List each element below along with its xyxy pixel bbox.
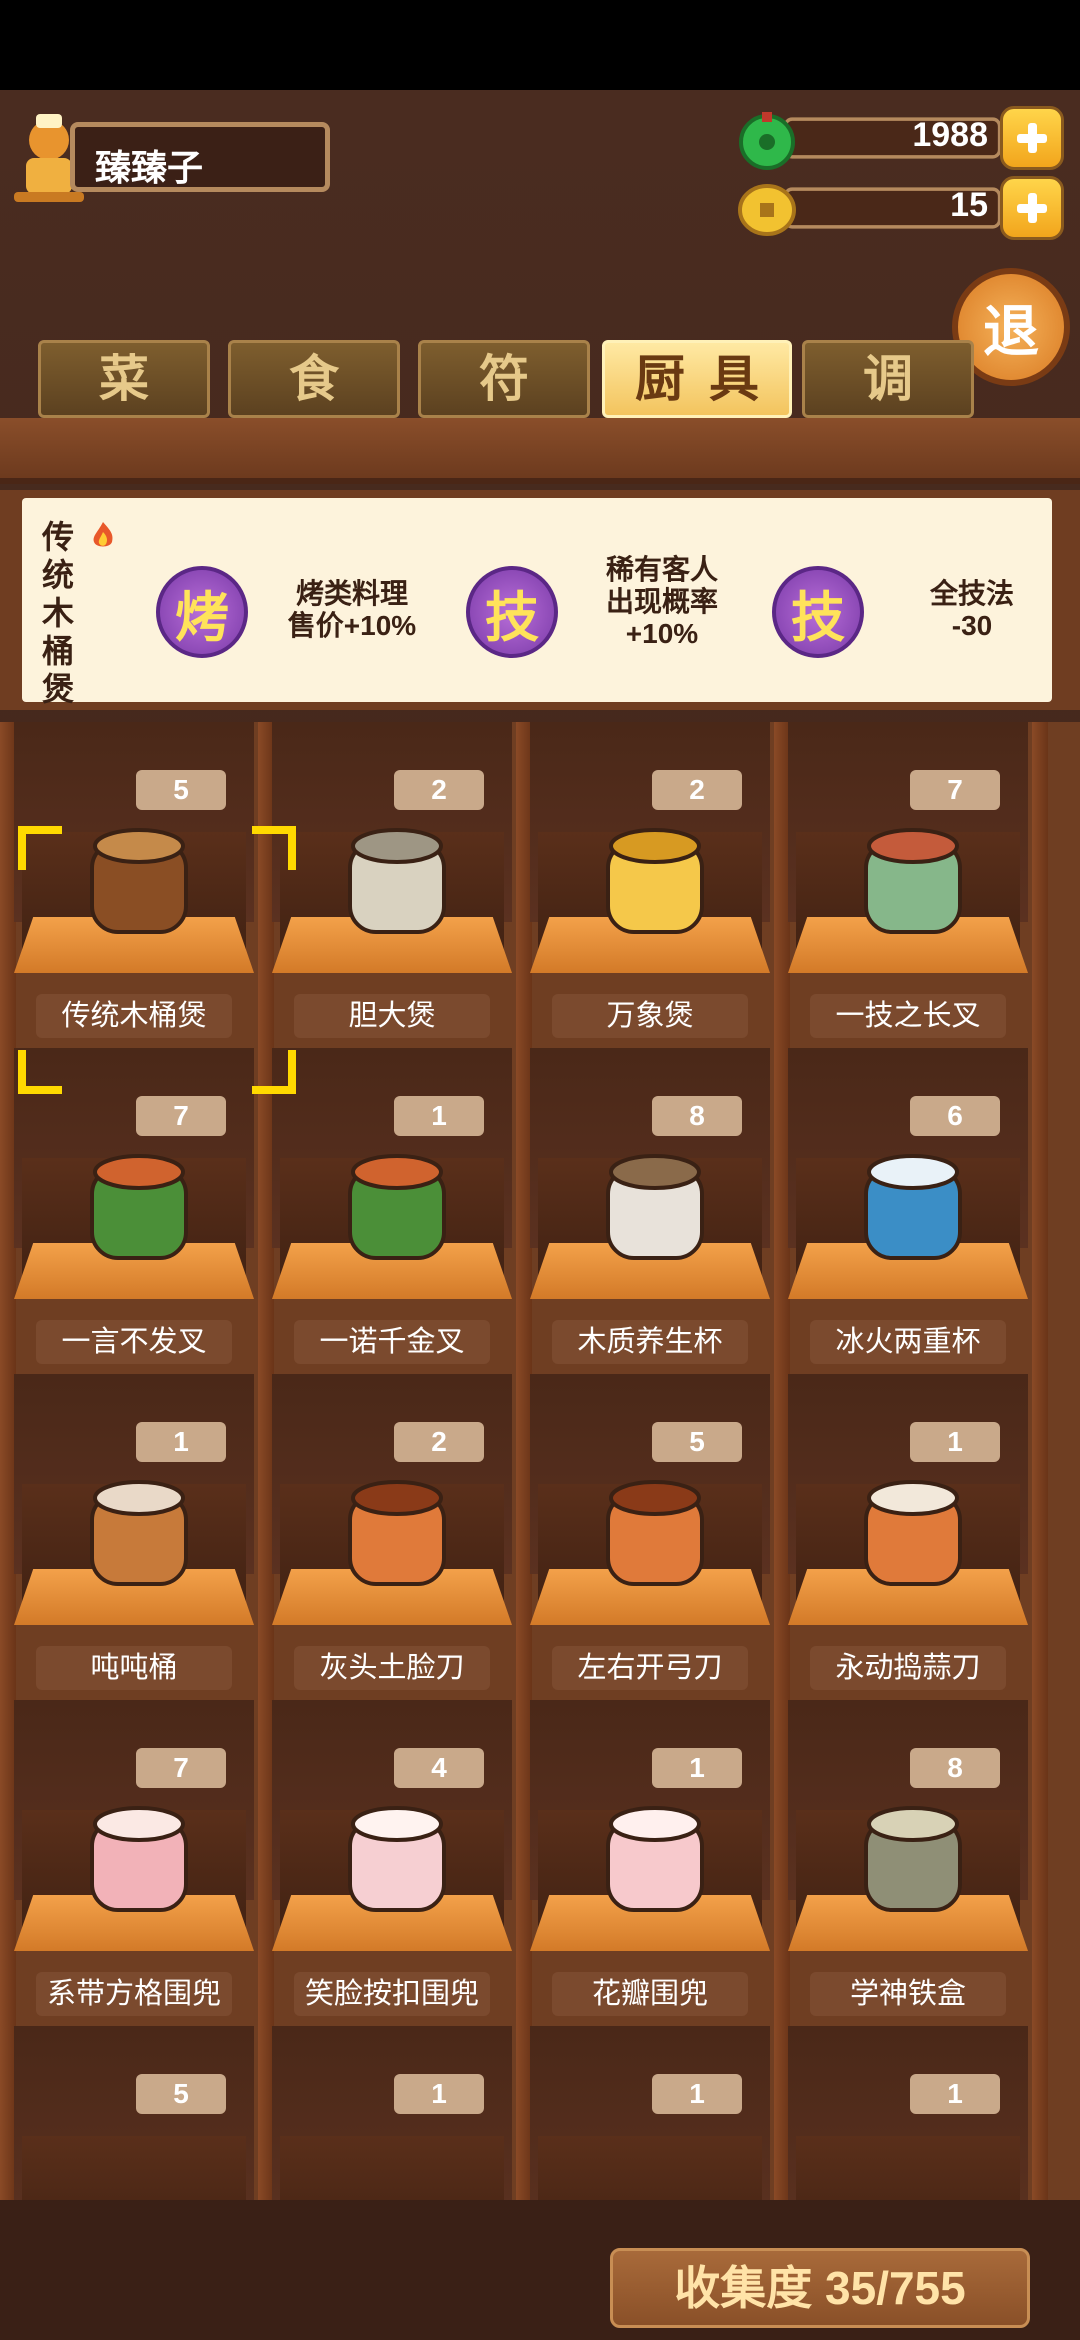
- item-detail-title: 传统木桶煲: [42, 519, 75, 707]
- skill-badge-icon: 技: [772, 566, 864, 658]
- bib-icon: [90, 1806, 188, 1912]
- item-name-label: 冰火两重杯: [810, 1320, 1006, 1364]
- utensil-slot[interactable]: 5 左右开弓刀: [530, 1374, 770, 1690]
- item-count-badge: 1: [394, 2074, 484, 2114]
- item-name-label: 左右开弓刀: [552, 1646, 748, 1690]
- player-name-box: 臻臻子: [70, 122, 330, 192]
- green-fork-icon: [90, 1154, 188, 1260]
- shelf-top: [0, 418, 1080, 484]
- item-name-label: 花瓣围兜: [552, 1972, 748, 2016]
- coin-amount: 15: [950, 186, 988, 224]
- water-bottle-icon: [90, 1480, 188, 1586]
- utensil-slot[interactable]: 2 灰头土脸刀: [272, 1374, 512, 1690]
- item-count-badge: 7: [136, 1748, 226, 1788]
- selection-frame: [18, 826, 296, 1094]
- tab-seasonings[interactable]: 调料: [802, 340, 974, 479]
- flame-icon: [93, 522, 113, 547]
- sharpener-icon: [348, 1480, 446, 1586]
- roast-badge-icon: 烤: [156, 566, 248, 658]
- sharpener-icon: [606, 1480, 704, 1586]
- effect-3-text: 全技法 -30: [929, 578, 1014, 641]
- skill-badge-icon: 技: [466, 566, 558, 658]
- add-coin-button[interactable]: [1000, 176, 1064, 240]
- category-tabs: 菜谱 食材 符文 厨具 调料: [38, 340, 1038, 479]
- smile-bib-icon: [348, 1806, 446, 1912]
- utensil-slot[interactable]: 1 吨吨桶: [14, 1374, 254, 1690]
- item-detail-panel: 传统木桶煲 烤 烤类料理 售价+10% 技 稀有客人 出现概率 +10% 技 全…: [0, 490, 1080, 710]
- collection-progress: 收集度 35/755: [610, 2248, 1030, 2328]
- effect-2-text: 稀有客人 出现概率 +10%: [605, 554, 718, 649]
- utensil-slot[interactable]: 1 一诺千金叉: [272, 1048, 512, 1364]
- item-count-badge: 8: [652, 1096, 742, 1136]
- item-count-badge: 2: [394, 770, 484, 810]
- item-count-badge: 1: [136, 1422, 226, 1462]
- item-count-badge: 8: [910, 1748, 1000, 1788]
- item-name-label: 系带方格围兜: [36, 1972, 232, 2016]
- item-name-label: 灰头土脸刀: [294, 1646, 490, 1690]
- item-name-label: 木质养生杯: [552, 1320, 748, 1364]
- item-detail-card: 传统木桶煲 烤 烤类料理 售价+10% 技 稀有客人 出现概率 +10% 技 全…: [22, 498, 1052, 707]
- effect-1-text: 烤类料理 售价+10%: [287, 578, 417, 641]
- pencil-box-icon: [864, 1806, 962, 1912]
- item-count-badge: 2: [394, 1422, 484, 1462]
- item-name-label: 永动捣蒜刀: [810, 1646, 1006, 1690]
- item-name-label: 学神铁盒: [810, 1972, 1006, 2016]
- item-name-label: 一技之长叉: [810, 994, 1006, 1038]
- item-count-badge: 1: [910, 2074, 1000, 2114]
- shelf-divider: [1032, 722, 1048, 2202]
- rice-cooker-icon: [348, 828, 446, 934]
- utensil-slot[interactable]: 8 木质养生杯: [530, 1048, 770, 1364]
- jade-amount: 1988: [912, 116, 988, 154]
- item-count-badge: 5: [652, 1422, 742, 1462]
- item-name-label: 笑脸按扣围兜: [294, 1972, 490, 2016]
- jade-icon: [739, 112, 795, 170]
- coin-currency: 15: [736, 176, 1066, 240]
- player-name: 臻臻子: [95, 147, 204, 188]
- item-count-badge: 4: [394, 1748, 484, 1788]
- utensil-slot[interactable]: 7 系带方格围兜: [14, 1700, 254, 2016]
- tab-runes[interactable]: 符文: [418, 340, 590, 479]
- item-name-label: 胆大煲: [294, 994, 490, 1038]
- utensil-slot[interactable]: 2 万象煲: [530, 722, 770, 1038]
- utensil-slot[interactable]: 6 冰火两重杯: [788, 1048, 1028, 1364]
- blue-bottle-icon: [864, 1154, 962, 1260]
- item-count-badge: 5: [136, 770, 226, 810]
- jade-currency: 1988: [736, 106, 1066, 170]
- status-bar: [0, 0, 1080, 90]
- item-count-badge: 6: [910, 1096, 1000, 1136]
- utensil-slot[interactable]: 4 笑脸按扣围兜: [272, 1700, 512, 2016]
- item-count-badge: 7: [136, 1096, 226, 1136]
- item-count-badge: 1: [910, 1422, 1000, 1462]
- bear-sharpener-icon: [864, 1480, 962, 1586]
- item-name-label: 吨吨桶: [36, 1646, 232, 1690]
- cup-icon: [606, 1154, 704, 1260]
- item-name-label: 万象煲: [552, 994, 748, 1038]
- tab-ingredients[interactable]: 食材: [228, 340, 400, 479]
- utensil-slot[interactable]: 7 一技之长叉: [788, 722, 1028, 1038]
- item-count-badge: 1: [652, 2074, 742, 2114]
- item-name-label: 一诺千金叉: [294, 1320, 490, 1364]
- yellow-rice-cooker-icon: [606, 828, 704, 934]
- tab-recipes[interactable]: 菜谱: [38, 340, 210, 479]
- item-count-badge: 1: [394, 1096, 484, 1136]
- green-fork-icon: [348, 1154, 446, 1260]
- utensil-slot[interactable]: 7 一言不发叉: [14, 1048, 254, 1364]
- utensil-slot[interactable]: 1 花瓣围兜: [530, 1700, 770, 2016]
- utensil-slot[interactable]: 8 学神铁盒: [788, 1700, 1028, 2016]
- item-count-badge: 5: [136, 2074, 226, 2114]
- item-count-badge: 1: [652, 1748, 742, 1788]
- add-jade-button[interactable]: [1000, 106, 1064, 170]
- item-count-badge: 2: [652, 770, 742, 810]
- utensil-slot[interactable]: 1 永动捣蒜刀: [788, 1374, 1028, 1690]
- utensil-slot[interactable]: 2 胆大煲: [272, 722, 512, 1038]
- item-name-label: 一言不发叉: [36, 1320, 232, 1364]
- item-count-badge: 7: [910, 770, 1000, 810]
- flower-bib-icon: [606, 1806, 704, 1912]
- coin-icon: [738, 184, 796, 236]
- fork-icon: [864, 828, 962, 934]
- tab-utensils[interactable]: 厨具: [602, 340, 792, 418]
